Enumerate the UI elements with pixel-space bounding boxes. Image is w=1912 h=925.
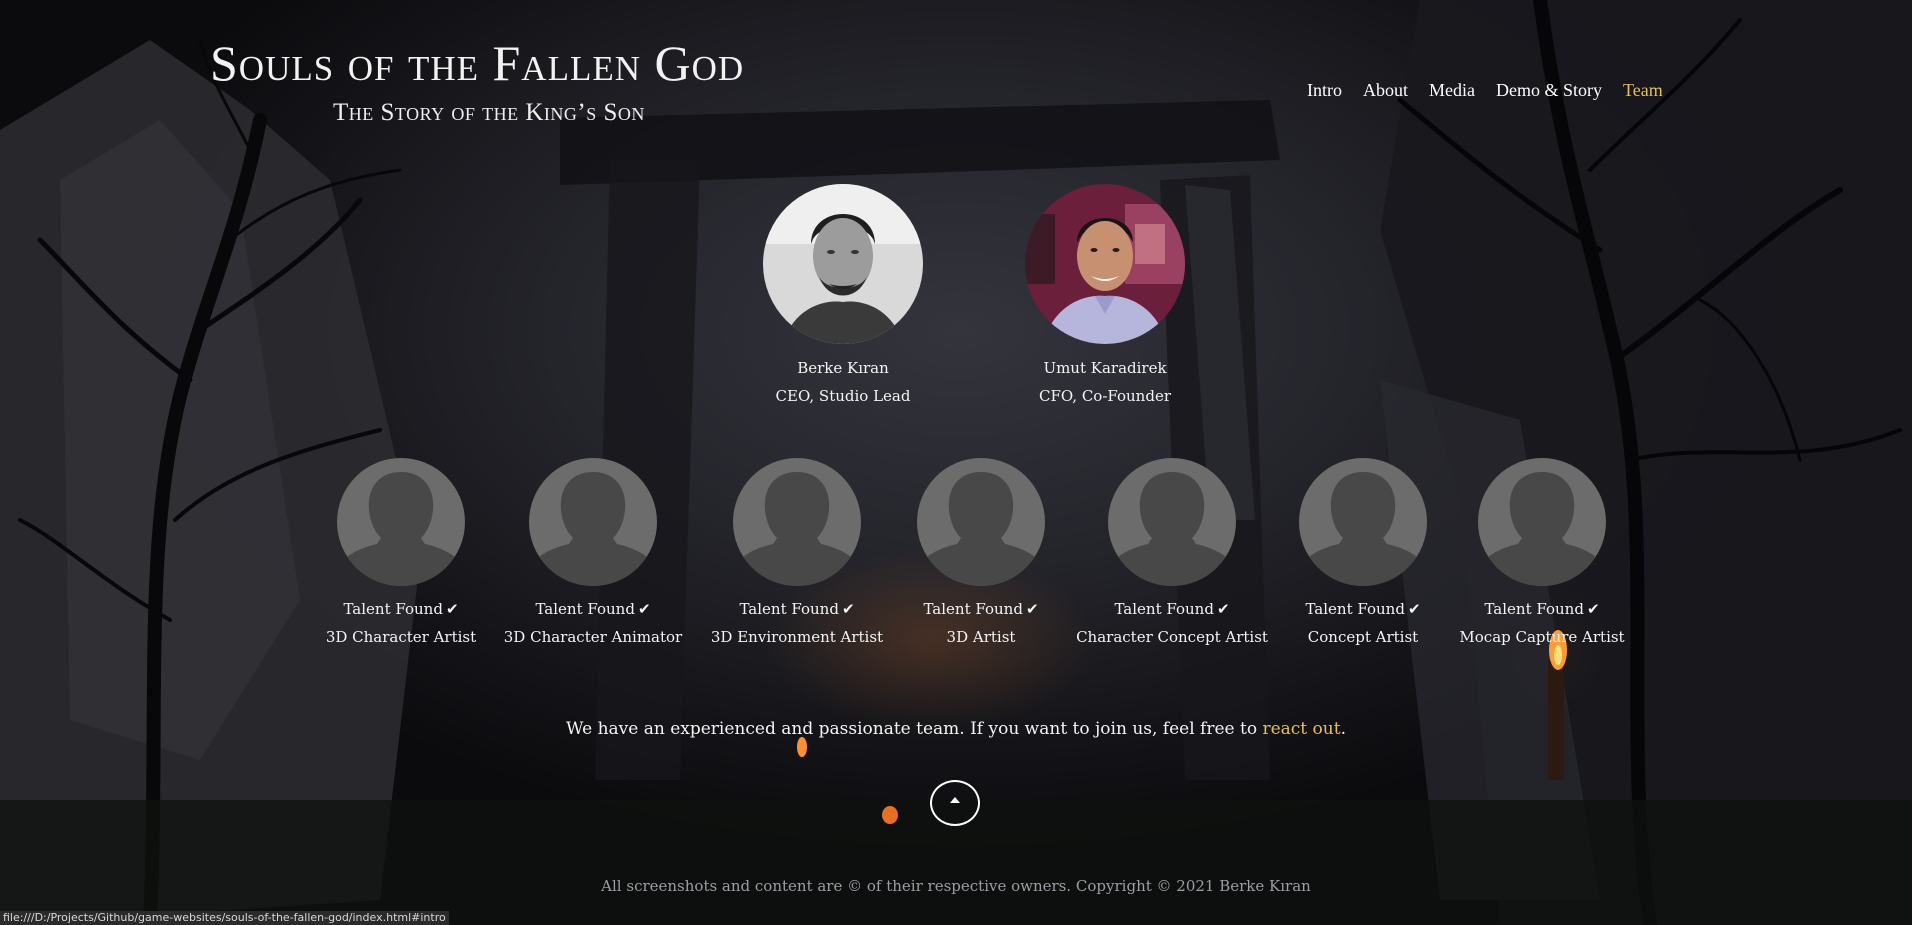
leader-name: Umut Karadirek [1043, 359, 1167, 377]
team-leader-card: Berke Kıran CEO, Studio Lead [733, 184, 953, 410]
nav-item-about[interactable]: About [1363, 80, 1408, 101]
check-icon: ✔ [1216, 600, 1230, 618]
member-role: Concept Artist [1307, 628, 1419, 646]
status-text: Talent Found [535, 600, 635, 618]
status-text: Talent Found [1114, 600, 1214, 618]
team-member-card: Talent Found ✔ 3D Artist [881, 458, 1081, 651]
person-silhouette-icon [1478, 458, 1606, 586]
check-icon: ✔ [1025, 600, 1039, 618]
person-silhouette-icon [529, 458, 657, 586]
chevron-up-icon [950, 797, 960, 803]
team-member-card: Talent Found ✔ Concept Artist [1263, 458, 1463, 651]
nav-item-intro[interactable]: Intro [1307, 80, 1342, 101]
member-status: Talent Found ✔ [1072, 595, 1272, 623]
join-team-text: We have an experienced and passionate te… [0, 719, 1912, 739]
member-role: 3D Environment Artist [710, 628, 884, 646]
person-silhouette-icon [1108, 458, 1236, 586]
person-silhouette-icon [1299, 458, 1427, 586]
leader-photo [763, 184, 923, 344]
team-member-card: Talent Found ✔ 3D Character Animator [493, 458, 693, 651]
member-status: Talent Found ✔ [301, 595, 501, 623]
scroll-to-top-button[interactable] [930, 780, 980, 826]
member-role: 3D Artist [946, 628, 1016, 646]
leader-name: Berke Kıran [797, 359, 889, 377]
team-member-card: Talent Found ✔ Mocap Capture Artist [1442, 458, 1642, 651]
leader-photo [1025, 184, 1185, 344]
team-leader-card: Umut Karadirek CFO, Co-Founder [995, 184, 1215, 410]
browser-status-url: file:///D:/Projects/Github/game-websites… [0, 911, 449, 925]
nav-item-media[interactable]: Media [1429, 80, 1475, 101]
leader-role: CEO, Studio Lead [775, 387, 911, 405]
person-silhouette-icon [733, 458, 861, 586]
member-status: Talent Found ✔ [881, 595, 1081, 623]
check-icon: ✔ [1407, 600, 1421, 618]
member-status: Talent Found ✔ [1442, 595, 1642, 623]
join-text: We have an experienced and passionate te… [566, 719, 1263, 739]
nav-item-team[interactable]: Team [1623, 80, 1663, 101]
check-icon: ✔ [841, 600, 855, 618]
reach-out-link[interactable]: react out [1262, 719, 1340, 739]
join-text-end: . [1340, 719, 1346, 739]
member-role: 3D Character Animator [503, 628, 683, 646]
member-role: 3D Character Artist [325, 628, 477, 646]
member-role: Character Concept Artist [1076, 628, 1268, 646]
footer-copyright: All screenshots and content are © of the… [601, 877, 1311, 895]
status-text: Talent Found [923, 600, 1023, 618]
check-icon: ✔ [445, 600, 459, 618]
status-text: Talent Found [1305, 600, 1405, 618]
leader-role: CFO, Co-Founder [1038, 387, 1171, 405]
member-status: Talent Found ✔ [493, 595, 693, 623]
member-role: Mocap Capture Artist [1459, 628, 1625, 646]
status-text: Talent Found [739, 600, 839, 618]
team-member-card: Talent Found ✔ 3D Character Artist [301, 458, 501, 651]
main-nav: Intro About Media Demo & Story Team [1307, 80, 1663, 101]
status-text: Talent Found [343, 600, 443, 618]
team-member-card: Talent Found ✔ Character Concept Artist [1072, 458, 1272, 651]
nav-item-demo-story[interactable]: Demo & Story [1496, 80, 1602, 101]
site-title: Souls of the Fallen God [210, 35, 745, 91]
status-text: Talent Found [1484, 600, 1584, 618]
member-status: Talent Found ✔ [697, 595, 897, 623]
person-silhouette-icon [917, 458, 1045, 586]
check-icon: ✔ [1586, 600, 1600, 618]
site-subtitle: The Story of the King’s Son [333, 99, 645, 126]
person-silhouette-icon [337, 458, 465, 586]
team-member-card: Talent Found ✔ 3D Environment Artist [697, 458, 897, 651]
member-status: Talent Found ✔ [1263, 595, 1463, 623]
check-icon: ✔ [637, 600, 651, 618]
